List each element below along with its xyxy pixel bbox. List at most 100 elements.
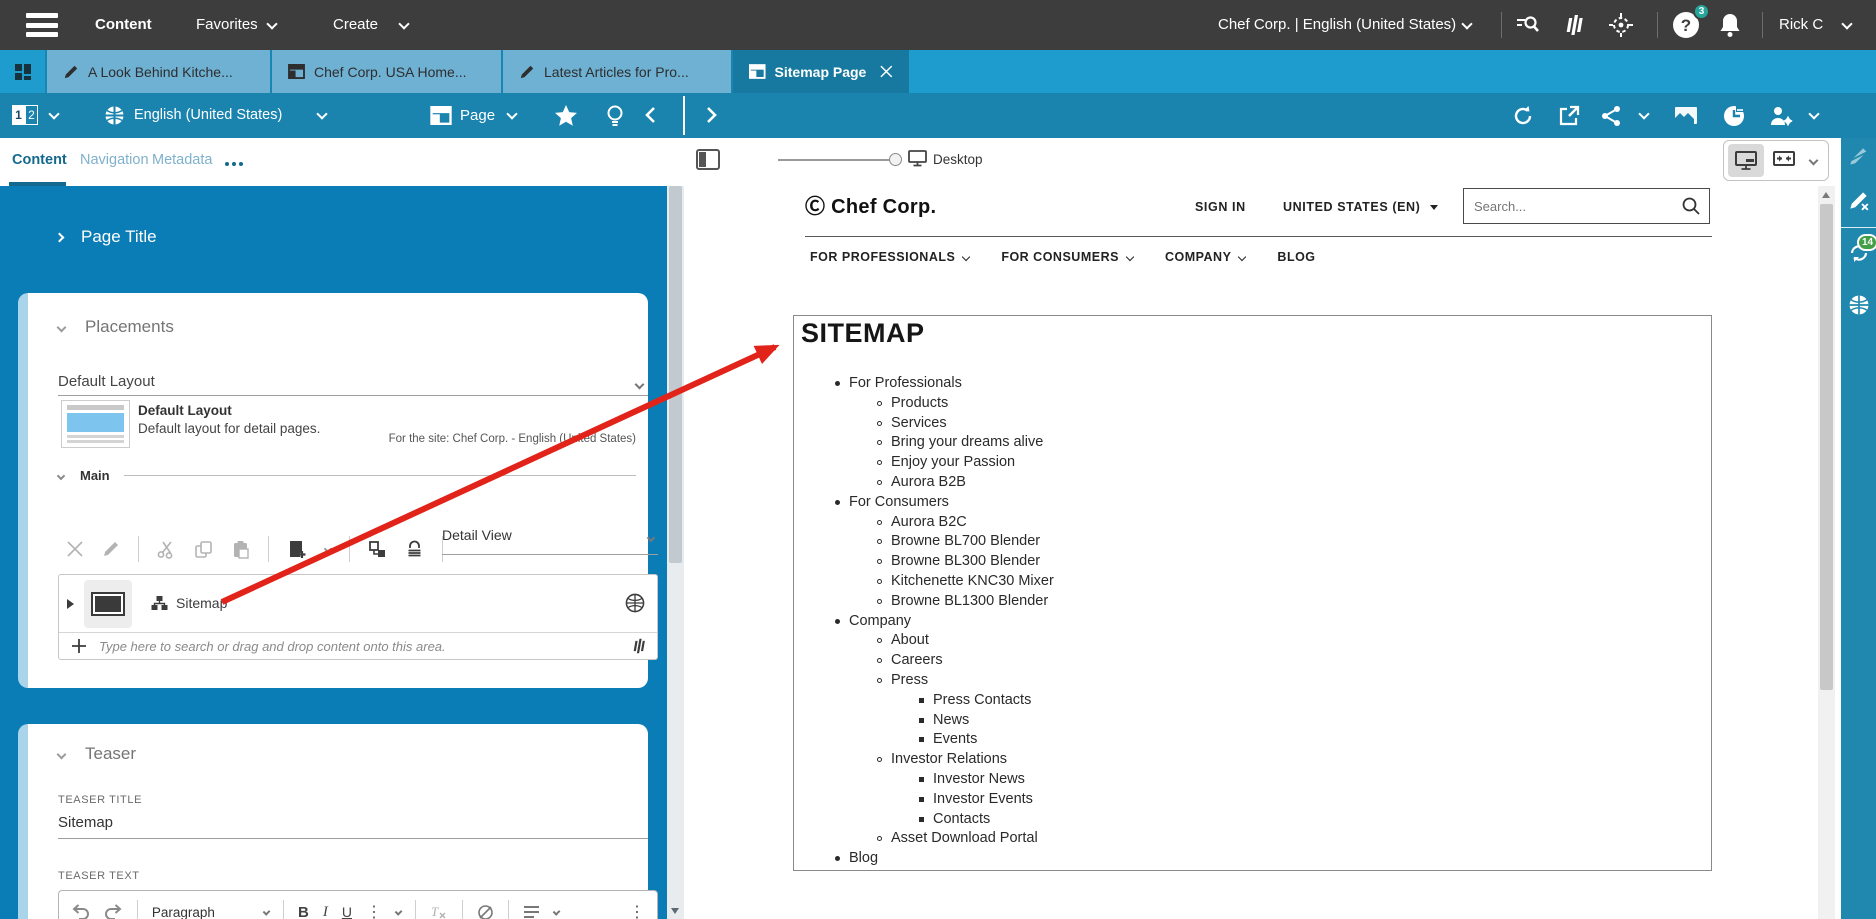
language-chevron-down-icon[interactable] (316, 108, 327, 119)
sitemap-entry[interactable]: Enjoy your Passion (794, 453, 1711, 473)
annotate-disabled-pencil-icon[interactable] (1848, 146, 1869, 167)
sitemap-entry[interactable]: Aurora B2C (794, 513, 1711, 533)
nav-content[interactable]: Content (95, 16, 152, 33)
paragraph-style-select[interactable]: Paragraph (152, 905, 250, 919)
create-chevron-down-icon[interactable] (398, 18, 409, 29)
preview-mode-chevron-down-icon[interactable] (1809, 156, 1819, 166)
nav-company[interactable]: COMPANY (1165, 250, 1245, 264)
preview-sidebar-toggle-icon[interactable] (696, 149, 720, 170)
content-search-icon[interactable] (1516, 14, 1540, 36)
nav-blog[interactable]: BLOG (1277, 250, 1315, 264)
view-mode-select[interactable]: Detail View (442, 527, 658, 555)
sitemap-entry[interactable]: Company (794, 612, 1711, 632)
edit-cancel-pencil-icon[interactable] (1848, 190, 1869, 211)
tab-metadata[interactable]: Metadata (152, 152, 212, 168)
form-scrollbar[interactable] (667, 186, 684, 919)
clear-formatting-icon[interactable]: T (430, 904, 448, 919)
sitemap-entry[interactable]: Investor Events (794, 790, 1711, 810)
add-document-icon[interactable] (287, 539, 307, 560)
copy-icon[interactable] (194, 540, 213, 559)
sitemap-entry[interactable]: Kitchenette KNC30 Mixer (794, 572, 1711, 592)
undo-icon[interactable] (71, 904, 90, 919)
site-logo[interactable]: Ⓒ Chef Corp. (805, 190, 936, 219)
sitemap-entry[interactable]: Bring your dreams alive (794, 433, 1711, 453)
section-teaser[interactable]: Teaser (58, 744, 136, 764)
library-search-icon[interactable] (631, 637, 647, 655)
media-preview-icon[interactable] (1674, 106, 1698, 125)
notifications-bell-icon[interactable] (1718, 12, 1742, 38)
italic-button[interactable]: I (323, 904, 328, 919)
sitemap-entry[interactable]: News (794, 711, 1711, 731)
underline-button[interactable]: U (342, 904, 352, 919)
language-selector[interactable]: English (United States) (134, 107, 282, 123)
sitemap-entry[interactable]: Contacts (794, 810, 1711, 830)
cut-scissors-icon[interactable] (157, 540, 176, 559)
nav-favorites[interactable]: Favorites (196, 16, 258, 33)
bold-button[interactable]: B (298, 904, 309, 919)
close-icon[interactable] (880, 65, 893, 78)
more-formats-icon[interactable]: ⋮ (366, 902, 382, 919)
slider-knob[interactable] (889, 153, 902, 166)
favorites-chevron-down-icon[interactable] (266, 18, 277, 29)
sitemap-entry[interactable]: Blog (794, 849, 1711, 869)
site-search-input[interactable] (1474, 191, 1674, 221)
section-page-title[interactable]: Page Title (56, 224, 157, 250)
dashboard-tab[interactable] (0, 50, 47, 93)
scroll-down-arrow-icon[interactable] (671, 908, 679, 914)
sitemap-entry[interactable]: For Consumers (794, 493, 1711, 513)
layout-select[interactable]: Default Layout (58, 373, 155, 390)
sitemap-entry[interactable]: Events (794, 730, 1711, 750)
doc-type-selector[interactable]: Page (460, 107, 495, 124)
formats-chevron-down-icon[interactable] (395, 908, 403, 916)
align-icon[interactable] (523, 905, 540, 919)
locate-icon[interactable] (1608, 12, 1634, 38)
user-menu[interactable]: Rick C (1779, 16, 1823, 33)
time-travel-clock-icon[interactable] (1722, 104, 1746, 128)
toolbar-overflow-icon[interactable]: ⋮ (629, 902, 645, 919)
nav-for-professionals[interactable]: FOR PROFESSIONALS (810, 250, 969, 264)
open-structure-icon[interactable] (368, 540, 387, 559)
tab-content[interactable]: Content (12, 152, 67, 168)
nav-for-consumers[interactable]: FOR CONSUMERS (1001, 250, 1133, 264)
preview-user-chevron-down-icon[interactable] (1808, 108, 1819, 119)
section-placements[interactable]: Placements (58, 317, 174, 337)
sign-in-link[interactable]: SIGN IN (1195, 200, 1246, 214)
workflow-icon[interactable] (1563, 13, 1585, 37)
search-magnifier-icon[interactable] (1681, 196, 1701, 216)
open-in-new-icon[interactable] (1558, 105, 1580, 127)
sitemap-entry[interactable]: Investor News (794, 770, 1711, 790)
sitemap-entry[interactable]: Browne BL1300 Blender (794, 592, 1711, 612)
tab-a-look-behind[interactable]: A Look Behind Kitche... (47, 50, 272, 93)
sitemap-entry[interactable]: Asset Download Portal (794, 829, 1711, 849)
locales-globe-icon[interactable] (1848, 294, 1870, 316)
site-selector[interactable]: Chef Corp. | English (United States) (1218, 16, 1456, 33)
tab-latest-articles[interactable]: Latest Articles for Pro... (503, 50, 733, 93)
placement-item-sitemap[interactable]: Sitemap (59, 575, 657, 633)
sitemap-entry[interactable]: About (794, 631, 1711, 651)
layout-select-chevron-down-icon[interactable] (635, 380, 645, 390)
scroll-up-arrow-icon[interactable] (1822, 192, 1830, 198)
user-settings-icon[interactable] (1768, 105, 1794, 127)
section-main[interactable]: Main (58, 468, 636, 483)
expand-triangle-icon[interactable] (67, 599, 74, 609)
locale-globe-icon[interactable] (104, 105, 125, 126)
teaser-title-input[interactable] (58, 814, 648, 831)
bookmark-star-icon[interactable] (554, 104, 578, 127)
country-selector[interactable]: UNITED STATES (EN) (1283, 200, 1438, 214)
expand-right-chevron-icon[interactable] (706, 106, 718, 124)
preview-mode-desktop-button[interactable] (1728, 144, 1764, 177)
sitemap-entry[interactable]: Careers (794, 651, 1711, 671)
version-chevron-down-icon[interactable] (48, 108, 59, 119)
edit-pencil-icon[interactable] (102, 540, 120, 558)
nav-create[interactable]: Create (333, 16, 378, 33)
more-tabs-icon[interactable] (225, 162, 243, 166)
doc-type-chevron-down-icon[interactable] (506, 108, 517, 119)
scrollbar-thumb[interactable] (1820, 204, 1833, 690)
collapse-left-chevron-icon[interactable] (644, 106, 656, 124)
tab-chef-corp-home[interactable]: Chef Corp. USA Home... (272, 50, 503, 93)
lightbulb-icon[interactable] (605, 105, 625, 127)
add-chevron-down-icon[interactable] (324, 545, 332, 553)
site-search-box[interactable] (1463, 188, 1710, 224)
sitemap-entry[interactable]: Services (794, 414, 1711, 434)
preview-mode-responsive-button[interactable] (1766, 144, 1802, 177)
